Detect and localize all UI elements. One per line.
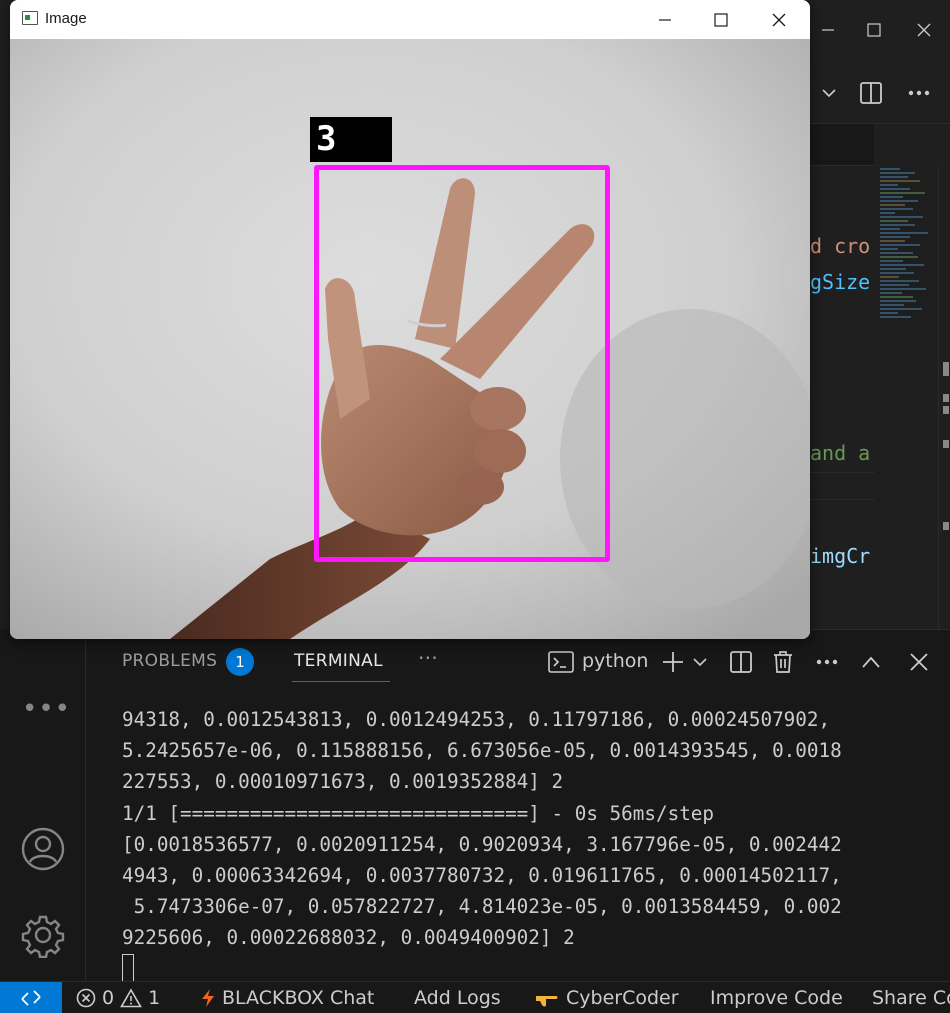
terminal-line: 227553, 0.00010971673, 0.0019352884] 2 — [122, 770, 564, 794]
code-fragment: d cro — [810, 234, 871, 258]
share-code-label: Share Co — [872, 987, 950, 1009]
pointing-hand-icon — [536, 996, 558, 1007]
improve-code-button[interactable]: Improve Code — [710, 987, 843, 1009]
lightning-icon — [202, 989, 214, 1007]
problems-status[interactable]: 0 1 — [76, 987, 160, 1009]
code-fragment: gSize — [810, 270, 871, 294]
maximize-icon[interactable] — [694, 0, 748, 39]
kill-terminal-trash-icon[interactable] — [768, 648, 798, 676]
editor-toolbar — [810, 60, 950, 124]
new-terminal-icon[interactable] — [658, 648, 688, 676]
blackbox-chat-button[interactable]: BLACKBOX Chat — [200, 987, 374, 1009]
cybercoder-button[interactable]: CyberCoder — [534, 987, 679, 1009]
cybercoder-label: CyberCoder — [566, 987, 679, 1009]
terminal-line: 9225606, 0.00022688032, 0.0049400902] 2 — [122, 926, 575, 950]
add-logs-button[interactable]: Add Logs — [414, 987, 501, 1009]
panel-more-tabs-icon[interactable]: ··· — [418, 646, 438, 670]
app-icon — [22, 11, 38, 25]
more-views-icon[interactable]: ••• — [22, 694, 71, 724]
image-window[interactable]: Image 3 — [10, 0, 810, 639]
terminal-line: [0.0018536577, 0.0020911254, 0.9020934, … — [122, 832, 842, 856]
image-window-title: Image — [45, 10, 87, 27]
vscode-close-icon[interactable] — [906, 14, 942, 46]
settings-gear-icon[interactable] — [20, 912, 66, 959]
code-fragment: and a — [810, 441, 871, 465]
code-fragment: imgCr — [810, 544, 871, 568]
tab-terminal[interactable]: TERMINAL — [294, 651, 383, 671]
account-icon[interactable] — [20, 826, 66, 872]
panel-tabs: PROBLEMS 1 TERMINAL ··· python — [86, 630, 950, 692]
warning-icon — [120, 988, 142, 1008]
close-icon[interactable] — [752, 0, 806, 39]
hand-bounding-box — [314, 165, 610, 562]
maximize-panel-chevron-up-icon[interactable] — [856, 648, 886, 676]
terminal-line: 5.7473306e-07, 0.057822727, 4.814023e-05… — [122, 895, 842, 919]
share-code-button[interactable]: Share Co — [872, 987, 950, 1009]
error-count: 0 — [102, 987, 115, 1009]
more-actions-icon[interactable] — [904, 78, 934, 108]
remote-indicator-icon[interactable] — [0, 982, 62, 1013]
terminal-icon[interactable] — [546, 648, 576, 676]
terminal-line: 94318, 0.0012543813, 0.0012494253, 0.117… — [122, 708, 831, 731]
minimap[interactable] — [876, 166, 934, 629]
panel-more-actions-icon[interactable] — [812, 648, 842, 676]
terminal-output[interactable]: 94318, 0.0012543813, 0.0012494253, 0.117… — [122, 704, 942, 985]
add-logs-label: Add Logs — [414, 987, 501, 1009]
split-editor-icon[interactable] — [856, 78, 886, 108]
close-panel-icon[interactable] — [904, 648, 934, 676]
editor-scrollbar[interactable] — [938, 166, 950, 629]
status-bar: 0 1 BLACKBOX Chat Add Logs CyberCoder Im… — [0, 981, 950, 1013]
code-separator — [810, 472, 874, 500]
terminal-prompt[interactable] — [122, 953, 942, 985]
terminal-line: 1/1 [==============================] - 0… — [122, 801, 715, 825]
warning-count: 1 — [148, 987, 161, 1009]
terminal-line: 5.2425657e-06, 0.115888156, 6.673056e-05… — [122, 739, 842, 763]
tab-problems[interactable]: PROBLEMS — [122, 651, 217, 671]
error-icon — [76, 988, 96, 1008]
minimize-icon[interactable] — [638, 0, 692, 39]
terminal-cursor — [122, 953, 134, 982]
vscode-titlebar — [810, 0, 950, 60]
split-terminal-icon[interactable] — [726, 648, 756, 676]
image-window-titlebar[interactable]: Image — [10, 0, 810, 39]
editor-breadcrumb-strip — [810, 124, 874, 166]
terminal-dropdown-icon[interactable] — [688, 648, 712, 676]
problems-count-badge: 1 — [226, 648, 254, 676]
webcam-frame: 3 — [10, 39, 810, 639]
blackbox-chat-label: BLACKBOX Chat — [222, 987, 375, 1009]
vscode-minimize-icon[interactable] — [810, 14, 846, 46]
prediction-label: 3 — [310, 117, 392, 162]
terminal-name[interactable]: python — [582, 650, 648, 672]
terminal-line: 4943, 0.00063342694, 0.0037780732, 0.019… — [122, 863, 842, 887]
improve-code-label: Improve Code — [710, 987, 843, 1009]
bottom-panel: PROBLEMS 1 TERMINAL ··· python 94318, 0.… — [86, 629, 950, 982]
vscode-maximize-icon[interactable] — [856, 14, 892, 46]
chevron-down-icon[interactable] — [814, 78, 844, 108]
active-tab-indicator — [292, 681, 390, 682]
